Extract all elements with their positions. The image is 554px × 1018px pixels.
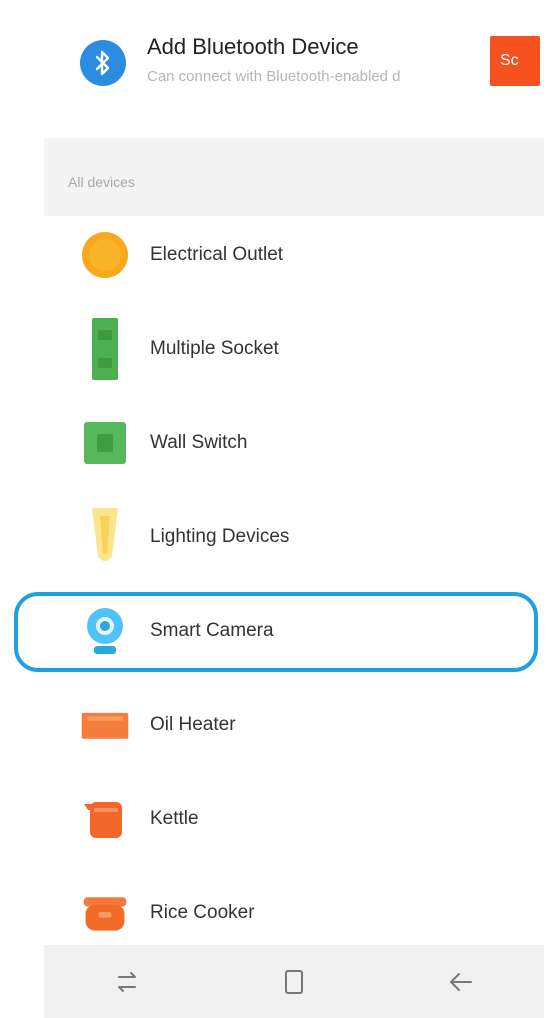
system-navigation-bar bbox=[44, 945, 544, 1018]
bluetooth-title: Add Bluetooth Device bbox=[147, 34, 359, 59]
multiple-socket-icon bbox=[80, 318, 130, 380]
wall-switch-icon bbox=[80, 418, 130, 468]
section-header: All devices bbox=[44, 138, 544, 216]
back-button[interactable] bbox=[431, 952, 491, 1012]
list-item-wall-switch[interactable]: Wall Switch bbox=[44, 396, 544, 490]
list-item-label: Wall Switch bbox=[150, 432, 248, 453]
list-item-label: Lighting Devices bbox=[150, 526, 290, 547]
back-icon bbox=[449, 972, 472, 991]
list-item-multiple-socket[interactable]: Multiple Socket bbox=[44, 302, 544, 396]
section-label: All devices bbox=[68, 174, 135, 190]
list-item-kettle[interactable]: Kettle bbox=[44, 772, 544, 866]
list-item-label: Rice Cooker bbox=[150, 902, 255, 923]
electrical-outlet-icon bbox=[80, 230, 130, 280]
scan-button[interactable]: Sc bbox=[490, 36, 540, 86]
lighting-devices-icon bbox=[80, 508, 130, 562]
home-icon bbox=[284, 969, 303, 994]
recent-apps-icon bbox=[118, 971, 137, 992]
oil-heater-icon bbox=[80, 700, 130, 750]
list-item-label: Electrical Outlet bbox=[150, 244, 284, 265]
home-button[interactable] bbox=[264, 952, 324, 1012]
screen: Add Bluetooth Device Can connect with Bl… bbox=[44, 0, 544, 1018]
smart-camera-highlight bbox=[14, 592, 538, 672]
list-item-label: Kettle bbox=[150, 808, 199, 829]
kettle-icon bbox=[80, 794, 130, 844]
list-item-label: Multiple Socket bbox=[150, 338, 279, 359]
recent-apps-button[interactable] bbox=[97, 952, 157, 1012]
list-item-lighting-devices[interactable]: Lighting Devices bbox=[44, 490, 544, 584]
add-bluetooth-device-row[interactable]: Add Bluetooth Device Can connect with Bl… bbox=[44, 0, 544, 130]
list-item-label: Oil Heater bbox=[150, 714, 236, 735]
list-item-oil-heater[interactable]: Oil Heater bbox=[44, 678, 544, 772]
list-item-electrical-outlet[interactable]: Electrical Outlet bbox=[44, 208, 544, 302]
rice-cooker-icon bbox=[80, 888, 130, 938]
bluetooth-subtitle: Can connect with Bluetooth-enabled d bbox=[147, 68, 401, 85]
bluetooth-icon bbox=[80, 40, 126, 86]
